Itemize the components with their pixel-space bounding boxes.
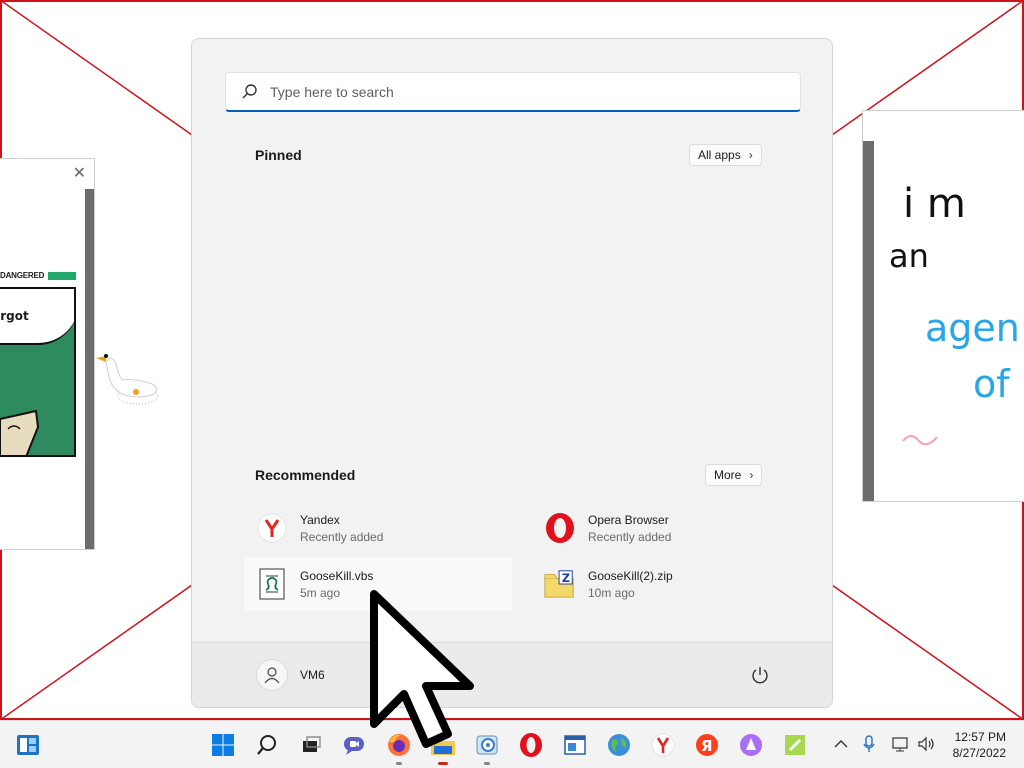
search-icon xyxy=(242,83,257,98)
opera-icon xyxy=(544,512,576,544)
yandex-icon xyxy=(651,733,675,757)
clock-date: 8/27/2022 xyxy=(952,746,1006,760)
user-name: VM6 xyxy=(300,668,325,682)
yandex-browser-icon: Я xyxy=(696,734,718,756)
globe-app-button[interactable] xyxy=(603,729,635,761)
close-icon[interactable]: ✕ xyxy=(73,163,86,183)
running-indicator xyxy=(396,762,402,765)
item-subtitle: Recently added xyxy=(588,529,672,544)
opera-taskbar-button[interactable] xyxy=(515,729,547,761)
globe-icon xyxy=(608,734,630,756)
svg-text:Я: Я xyxy=(701,737,713,755)
notepad-icon xyxy=(564,735,586,755)
goose-icon xyxy=(96,354,159,405)
power-icon[interactable] xyxy=(750,665,770,685)
running-indicator xyxy=(484,762,490,765)
item-subtitle: Recently added xyxy=(300,529,384,544)
yandex-taskbar-button[interactable] xyxy=(647,729,679,761)
mouse-cursor-icon xyxy=(370,590,474,748)
chat-icon xyxy=(344,737,364,755)
item-subtitle: 5m ago xyxy=(300,585,341,600)
more-button[interactable]: More › xyxy=(705,464,763,486)
system-clock[interactable]: 12:57 PM 8/27/2022 xyxy=(953,729,1006,761)
network-icon[interactable] xyxy=(892,735,910,753)
search-icon xyxy=(257,735,276,755)
recommended-title: Recommended xyxy=(255,467,356,483)
microphone-icon[interactable] xyxy=(860,735,878,753)
comic-hand-icon xyxy=(0,409,40,455)
comic-window[interactable]: ✕ DANGERED orgot xyxy=(0,158,95,550)
notes-app-button[interactable] xyxy=(779,729,811,761)
start-button[interactable] xyxy=(207,729,239,761)
alice-button[interactable] xyxy=(735,729,767,761)
handwriting-line-2: an xyxy=(889,237,929,275)
chevron-right-icon: › xyxy=(748,148,753,162)
user-avatar-icon xyxy=(256,659,288,691)
chevron-up-icon[interactable] xyxy=(832,735,850,753)
widgets-icon xyxy=(17,735,39,755)
item-name: Opera Browser xyxy=(588,512,669,527)
all-apps-button[interactable]: All apps › xyxy=(689,144,762,166)
zip-folder-icon: Z xyxy=(544,568,576,600)
item-name: GooseKill(2).zip xyxy=(588,568,673,583)
drawing-window[interactable]: i m an agen of xyxy=(862,110,1024,502)
active-indicator xyxy=(438,762,448,765)
notepad-button[interactable] xyxy=(559,729,591,761)
yandex-browser-button[interactable]: Я xyxy=(691,729,723,761)
item-subtitle: 10m ago xyxy=(588,585,635,600)
windows-logo-icon xyxy=(212,734,234,756)
svg-text:Z: Z xyxy=(562,572,570,585)
volume-icon[interactable] xyxy=(917,735,935,753)
comic-panel: orgot xyxy=(0,287,76,457)
task-view-button[interactable] xyxy=(295,729,327,761)
chevron-right-icon: › xyxy=(749,468,754,482)
all-apps-label: All apps xyxy=(698,148,741,162)
recommended-item-goosekill-zip[interactable]: Z GooseKill(2).zip 10m ago xyxy=(532,557,800,611)
alice-icon xyxy=(740,734,762,756)
notes-app-icon xyxy=(785,735,805,755)
recommended-item-opera[interactable]: Opera Browser Recently added xyxy=(532,501,800,555)
comic-badge xyxy=(48,272,76,280)
yandex-icon xyxy=(256,512,288,544)
search-input[interactable] xyxy=(270,83,800,100)
pinned-title: Pinned xyxy=(255,147,302,163)
item-name: Yandex xyxy=(300,512,340,527)
opera-icon xyxy=(520,733,542,757)
clock-time: 12:57 PM xyxy=(954,730,1006,744)
taskbar: Я 12:57 PM 8/27/2022 xyxy=(0,720,1024,768)
vbs-script-icon xyxy=(256,568,288,600)
search-taskbar-button[interactable] xyxy=(251,729,283,761)
recommended-item-yandex[interactable]: Yandex Recently added xyxy=(244,501,512,555)
task-view-icon xyxy=(303,736,321,752)
chat-button[interactable] xyxy=(338,729,370,761)
item-name: GooseKill.vbs xyxy=(300,568,374,583)
widgets-button[interactable] xyxy=(12,729,44,761)
handwriting-line-3: agen xyxy=(925,306,1020,350)
start-footer: VM6 xyxy=(192,642,832,707)
comic-tag: DANGERED xyxy=(0,271,45,280)
handwriting-line-4: of xyxy=(973,362,1011,406)
handwriting-drawing: i m an agen of xyxy=(889,181,1020,446)
more-label: More xyxy=(714,468,742,482)
handwriting-line-1: i m xyxy=(903,181,966,227)
search-box[interactable] xyxy=(225,72,801,112)
user-account-button[interactable]: VM6 xyxy=(256,657,325,693)
start-menu: Pinned All apps › Recommended More › Yan… xyxy=(191,38,833,708)
